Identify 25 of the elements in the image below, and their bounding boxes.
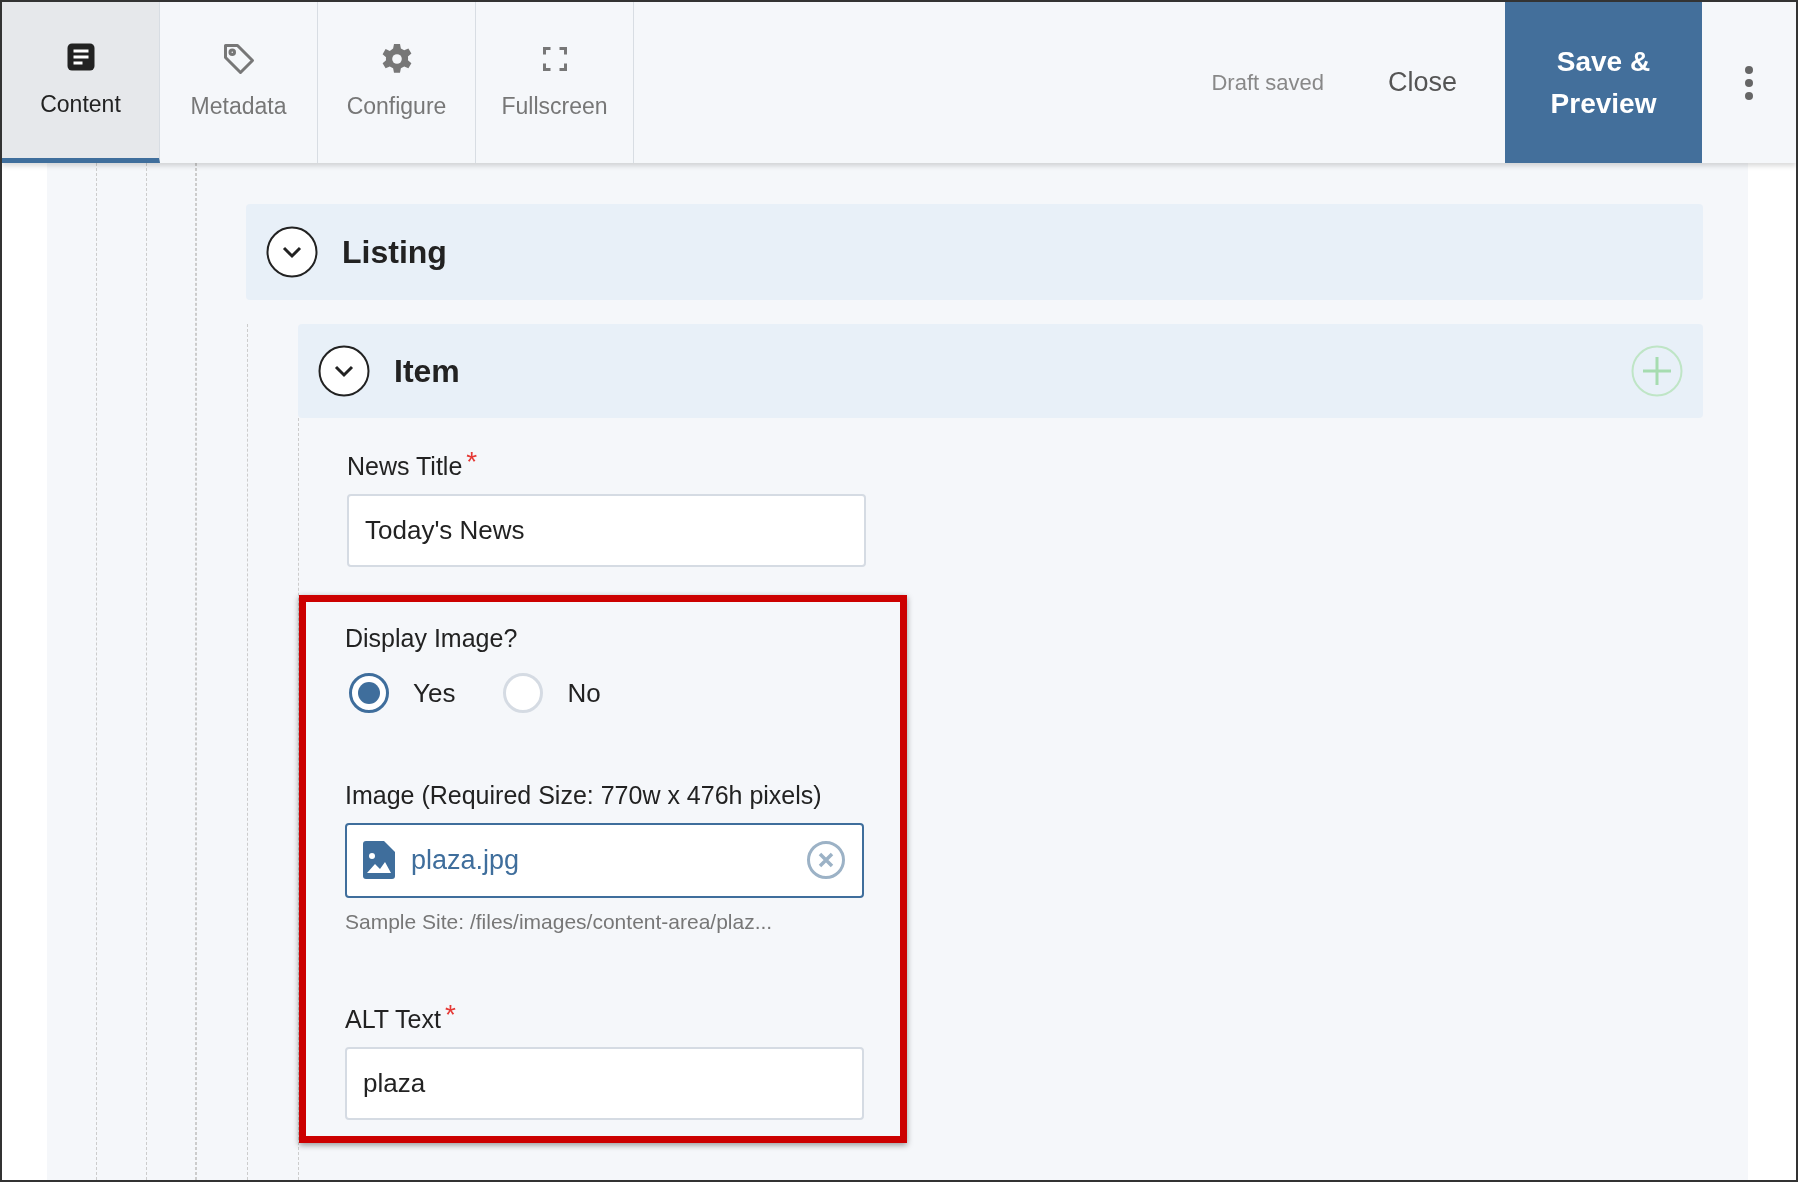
toolbar-tab[interactable]: Content	[2, 2, 160, 163]
clear-icon[interactable]	[806, 840, 846, 880]
field-label: Display Image?	[345, 622, 518, 654]
field-label: News Title	[347, 451, 463, 482]
required-marker: *	[466, 448, 478, 476]
save-preview-button[interactable]: Save & Preview	[1505, 2, 1702, 163]
radio-label: No	[567, 676, 601, 710]
file-field[interactable]: plaza.jpg	[345, 822, 864, 898]
field-label: Image (Required Size: 770w x 476h pixels)	[345, 780, 822, 811]
radio-button[interactable]	[349, 673, 389, 713]
radio-label: Yes	[413, 676, 456, 710]
close-button[interactable]: Close	[1387, 62, 1457, 103]
required-marker: *	[444, 1001, 456, 1029]
save-status: Draft saved	[1211, 69, 1324, 97]
chevron-down-icon[interactable]	[318, 345, 370, 397]
file-name[interactable]: plaza.jpg	[411, 839, 790, 881]
file-path: Sample Site: /files/images/content-area/plaz...	[345, 908, 774, 935]
add-icon[interactable]	[1631, 345, 1683, 397]
text-field[interactable]: plaza	[345, 1046, 864, 1120]
item-header[interactable]: Item	[298, 324, 1703, 418]
image-file-icon	[363, 841, 395, 879]
field-label: ALT Text	[345, 1004, 441, 1035]
text-field[interactable]: Today's News	[347, 493, 866, 567]
section-header[interactable]: Listing	[246, 204, 1703, 300]
chevron-down-icon[interactable]	[266, 226, 318, 278]
